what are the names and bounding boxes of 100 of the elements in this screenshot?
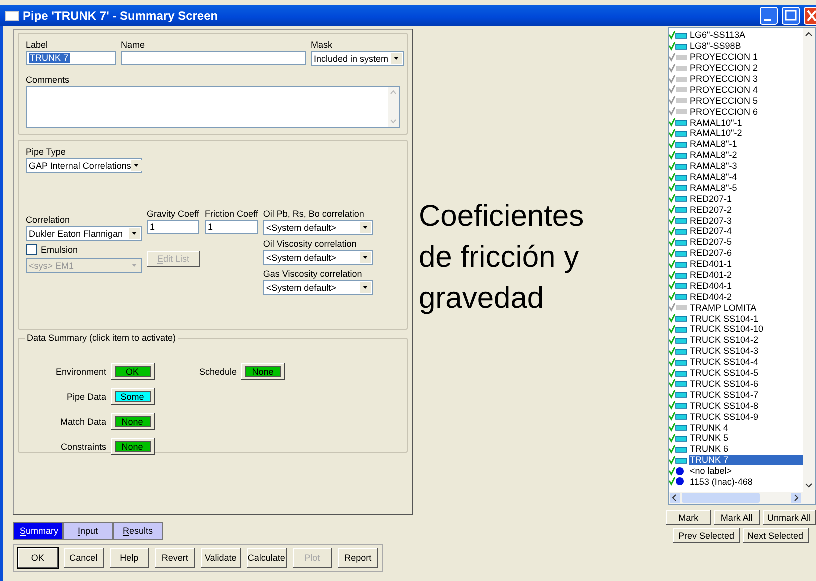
check-pipe-icon [669,379,689,388]
list-item[interactable]: RAMAL8"-3 [689,161,738,172]
list-item[interactable]: PROYECCION 5 [689,96,758,106]
label-field[interactable]: TRUNK 7 [26,51,116,65]
list-item[interactable]: TRUCK SS104-9 [689,412,759,422]
list-item[interactable]: TRUNK 4 [689,422,729,432]
field-label: Gravity Coeff [147,209,200,219]
check-pipe-icon [669,85,689,94]
list-item[interactable]: <no label> [689,466,732,476]
dropdown[interactable]: <System default> [263,220,374,235]
tab[interactable]: Summary [13,522,63,540]
check-pipe-icon [669,270,689,280]
list-item[interactable]: TRUCK SS104-2 [689,335,759,346]
list-item[interactable]: TRUNK 5 [689,433,729,444]
list-item[interactable]: PROYECCION 2 [689,63,758,74]
list-item[interactable]: TRUCK SS104-1 [689,314,759,324]
tab[interactable]: Input [63,522,113,540]
summary-label: Constraints [61,442,107,452]
list-item[interactable]: RED207-1 [689,194,732,204]
list-item[interactable]: TRUNK 6 [689,444,729,454]
list-item[interactable]: 1153 (Inac)-468 [689,476,753,487]
list-item[interactable]: TRUCK SS104-3 [689,346,759,356]
check-pipe-icon [669,74,689,84]
check-pipe-icon [669,52,689,62]
status-button[interactable]: OK [110,363,155,380]
list-item[interactable]: TRUCK SS104-5 [689,368,759,378]
list-item[interactable]: TRUNK 7 [689,455,803,466]
list-item[interactable]: RAMAL8"-5 [689,182,738,193]
dialog-button[interactable]: Calculate [246,548,286,568]
nav-button[interactable]: Prev Selected [673,528,740,543]
list-item[interactable]: TRAMP LOMITA [689,302,757,313]
status-button[interactable]: None [110,438,155,455]
list-item[interactable]: RAMAL10"-2 [689,128,742,138]
dialog-button[interactable]: Help [110,548,150,568]
list-item[interactable]: RED207-3 [689,216,732,226]
list-button[interactable]: Unmark All [762,510,816,525]
list-item[interactable]: RED207-6 [689,248,732,258]
check-pipe-icon [669,42,689,51]
list-item[interactable]: PROYECCION 4 [689,84,758,95]
check-pipe-icon [669,423,689,432]
status-button[interactable]: None [241,363,286,380]
list-item[interactable]: RED401-1 [689,259,732,270]
dropdown[interactable]: Dukler Eaton Flannigan [26,226,142,241]
gravity-coeff-field[interactable]: 1 [147,220,199,234]
list-item[interactable]: RAMAL8"-2 [689,150,738,160]
list-item[interactable]: PROYECCION 6 [689,106,758,117]
list-item[interactable]: RED207-5 [689,237,732,248]
field-label: Gas Viscosity correlation [263,269,364,279]
name-field[interactable] [121,51,306,65]
comments-field[interactable] [26,86,400,128]
dialog-button[interactable]: Revert [155,548,195,568]
list-item[interactable]: PROYECCION 3 [689,74,758,84]
nav-button[interactable]: Next Selected [742,528,809,543]
list-item[interactable]: PROYECCION 1 [689,52,758,62]
list-item[interactable]: TRUCK SS104-6 [689,378,759,389]
field-label: Label [26,40,50,50]
dropdown[interactable]: <System default> [263,280,374,295]
list-item[interactable]: RED207-4 [689,226,732,236]
list-button[interactable]: Mark All [714,510,760,525]
dialog-button[interactable]: Report [338,548,378,568]
annotation-text: Coeficientes de fricción y gravedad [419,199,586,317]
horizontal-scrollbar-icon[interactable] [669,492,815,504]
dropdown[interactable]: Included in system [311,51,404,66]
check-pipe-icon [669,260,689,269]
list-button[interactable]: Mark [666,510,712,525]
field-label: Mask [311,40,334,50]
check-pipe-icon [669,368,689,378]
check-pipe-icon [669,358,689,367]
minimize-icon[interactable] [760,6,778,24]
field-label: Oil Viscosity correlation [263,239,358,249]
window-icon [5,10,19,20]
status-button[interactable]: None [110,413,155,430]
dropdown[interactable]: <System default> [263,250,374,265]
list-item[interactable]: RAMAL10"-1 [689,118,742,128]
list-item[interactable]: LG8"-SS98B [689,41,742,52]
tab[interactable]: Results [113,522,163,540]
list-item[interactable]: RAMAL8"-4 [689,172,738,182]
dialog-button[interactable]: Cancel [64,548,104,568]
vertical-scrollbar-icon[interactable] [803,28,815,492]
field-label: Pipe Type [26,147,67,157]
list-item[interactable]: TRUCK SS104-4 [689,357,759,368]
list-item[interactable]: RED404-2 [689,292,732,302]
list-item[interactable]: RAMAL8"-1 [689,139,738,150]
list-item[interactable]: TRUCK SS104-10 [689,324,764,334]
list-item[interactable]: TRUCK SS104-8 [689,400,759,411]
field-label: Correlation [26,215,72,225]
list-item[interactable]: RED401-2 [689,270,732,280]
status-button[interactable]: Some [110,388,155,405]
dropdown[interactable]: GAP Internal Correlations [26,158,142,173]
dialog-button[interactable]: Validate [201,548,241,568]
close-icon[interactable] [804,6,816,24]
maximize-icon[interactable] [782,6,800,24]
list-item[interactable]: LG6"-SS113A [689,30,746,40]
list-item[interactable]: TRUCK SS104-7 [689,390,759,400]
scrollbar-icon[interactable] [388,87,399,127]
list-item[interactable]: RED404-1 [689,280,732,291]
dialog-button[interactable]: OK [18,548,58,568]
friction-coeff-field[interactable]: 1 [205,220,258,234]
list-item[interactable]: RED207-2 [689,204,732,215]
check-pipe-icon [669,226,689,236]
